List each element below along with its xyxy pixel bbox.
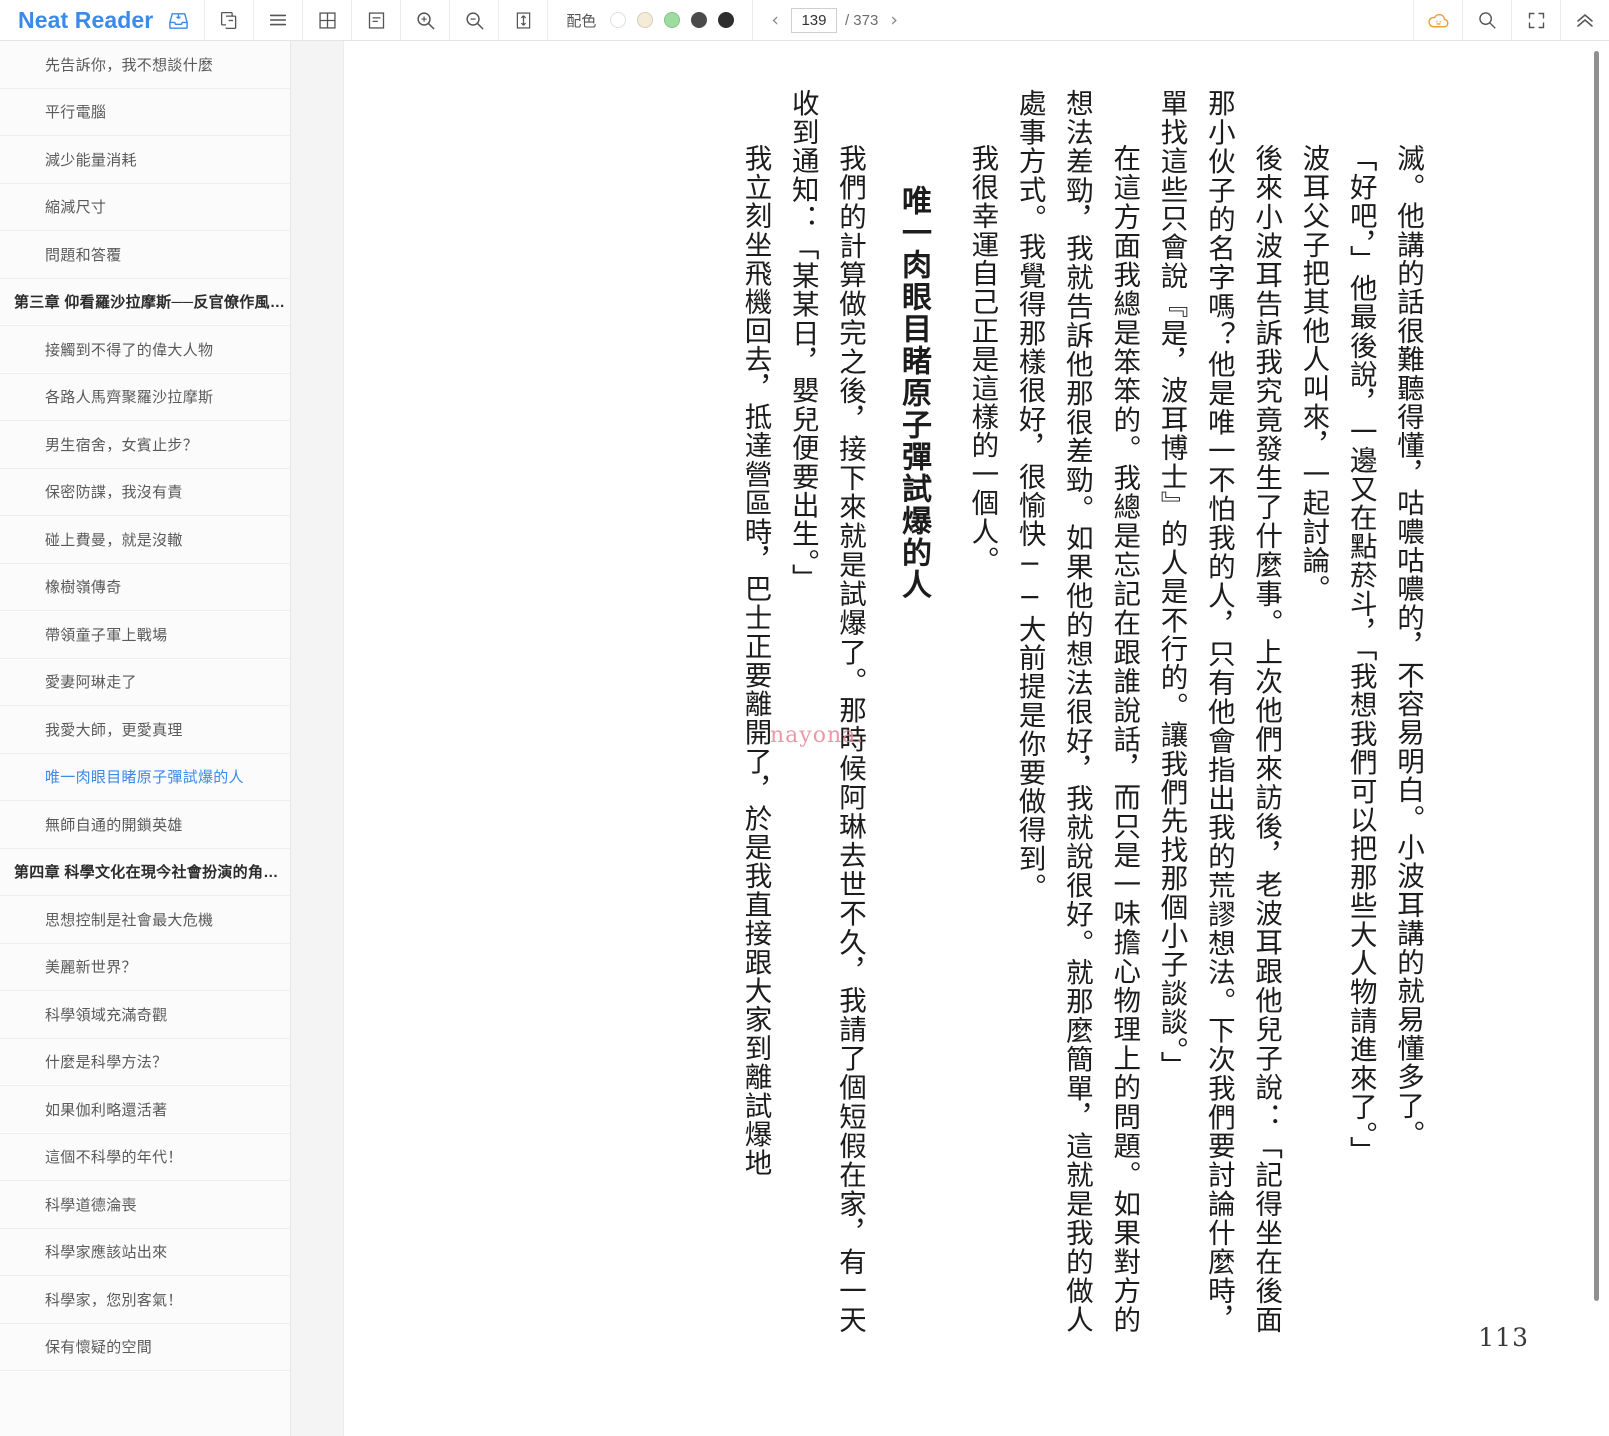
paragraph-7: 我們的計算做完之後，接下來就是試爆了。那時候阿琳去世不久，我請了個短假在家，有一…	[786, 89, 867, 1334]
grid-icon	[317, 10, 338, 31]
color-scheme-group: 配色	[547, 0, 752, 40]
top-toolbar: Neat Reader 配色 ‹ 139 / 373 ›	[0, 0, 1609, 41]
cloud-sync-button[interactable]	[1413, 0, 1462, 40]
page-number-input[interactable]	[790, 7, 837, 33]
zoom-out-button[interactable]	[449, 0, 498, 40]
copy-icon-button[interactable]	[204, 0, 253, 40]
line-height-button[interactable]	[498, 0, 547, 40]
page-total-label: / 373	[844, 11, 879, 29]
book-page: 滅。他講的話很難聽得懂，咕噥咕噥的，不容易明白。小波耳講的就易懂多了。 「好吧，…	[345, 41, 1555, 1436]
toc-section-item[interactable]: 科學道德淪喪	[0, 1181, 290, 1229]
swatch-white[interactable]	[610, 12, 627, 28]
expand-icon	[1526, 10, 1547, 31]
pagination-group: ‹ / 373 ›	[752, 0, 916, 40]
swatch-gray[interactable]	[691, 12, 708, 28]
reader-pane: 滅。他講的話很難聽得懂，咕噥咕噥的，不容易明白。小波耳講的就易懂多了。 「好吧，…	[291, 41, 1609, 1436]
toc-section-item[interactable]: 帶領童子軍上戰場	[0, 611, 290, 659]
fullscreen-button[interactable]	[1511, 0, 1560, 40]
toc-section-item[interactable]: 先告訴你，我不想談什麼	[0, 41, 290, 89]
app-title: Neat Reader	[18, 6, 154, 33]
swatch-black[interactable]	[718, 12, 735, 28]
toc-section-item[interactable]: 思想控制是社會最大危機	[0, 896, 290, 944]
paragraph-2: 「好吧，」他最後說，一邊又在點菸斗，「我想我們可以把那些大人物請進來了。」	[1344, 144, 1377, 1165]
toc-section-item[interactable]: 縮減尺寸	[0, 184, 290, 231]
toc-section-item[interactable]: 科學家應該站出來	[0, 1229, 290, 1276]
save-to-library-icon[interactable]	[167, 9, 190, 32]
toc-section-item[interactable]: 如果伽利略還活著	[0, 1086, 290, 1134]
toc-section-item[interactable]: 我愛大師，更愛真理	[0, 706, 290, 754]
brand-area: Neat Reader	[0, 0, 204, 40]
toc-section-item[interactable]: 保密防諜，我沒有責	[0, 469, 290, 516]
paragraph-8: 我立刻坐飛機回去，抵達營區時，巴士正要離開了，於是我直接跟大家到離試爆地	[739, 144, 772, 1178]
chevron-double-up-icon	[1573, 8, 1597, 32]
cloud-icon	[1426, 8, 1451, 33]
collapse-toolbar-button[interactable]	[1560, 0, 1609, 40]
swatch-green[interactable]	[664, 12, 681, 28]
paragraph-6: 我很幸運自己正是這樣的一個人。	[966, 144, 999, 575]
hamburger-icon	[267, 9, 289, 31]
updown-arrow-box-icon	[513, 10, 534, 31]
toc-section-item[interactable]: 各路人馬齊聚羅沙拉摩斯	[0, 374, 290, 421]
vertical-scrollbar[interactable]	[1592, 41, 1601, 1436]
notes-button[interactable]	[351, 0, 400, 40]
toc-section-item[interactable]: 橡樹嶺傳奇	[0, 564, 290, 611]
prev-page-button[interactable]: ‹	[767, 10, 783, 30]
zoom-in-button[interactable]	[400, 0, 449, 40]
toc-list-button[interactable]	[253, 0, 302, 40]
search-icon	[1476, 9, 1498, 31]
toc-section-item[interactable]: 無師自通的開鎖英雄	[0, 801, 290, 849]
toc-section-item[interactable]: 減少能量消耗	[0, 136, 290, 184]
toc-section-item[interactable]: 科學領域充滿奇觀	[0, 991, 290, 1039]
paragraph-3: 波耳父子把其他人叫來，一起討論。	[1297, 144, 1330, 604]
toc-section-item[interactable]: 平行電腦	[0, 89, 290, 136]
magnify-minus-icon	[463, 9, 486, 32]
scrollbar-thumb[interactable]	[1594, 51, 1599, 1301]
swatch-sepia[interactable]	[637, 12, 654, 28]
magnify-plus-icon	[414, 9, 437, 32]
toc-section-item[interactable]: 男生宿舍，女賓止步？	[0, 421, 290, 469]
toc-section-item[interactable]: 問題和答覆	[0, 231, 290, 279]
toc-section-item[interactable]: 什麼是科學方法？	[0, 1039, 290, 1086]
search-button[interactable]	[1462, 0, 1511, 40]
toc-list: 先告訴你，我不想談什麼 平行電腦 減少能量消耗 縮減尺寸 問題和答覆 第三章 仰看羅沙拉摩…	[0, 41, 290, 1371]
toc-section-item[interactable]: 碰上費曼，就是沒轍	[0, 516, 290, 564]
toc-section-item[interactable]: 保有懷疑的空間	[0, 1324, 290, 1371]
color-scheme-label: 配色	[566, 12, 597, 30]
grid-view-button[interactable]	[302, 0, 351, 40]
paragraph-4: 後來小波耳告訴我究竟發生了什麼事。上次他們來訪後，老波耳跟他兒子說：「記得坐在後…	[1155, 89, 1283, 1334]
toc-section-item[interactable]: 唯一肉眼目睹原子彈試爆的人	[0, 754, 290, 801]
toc-chapter-item[interactable]: 第四章 科學文化在現今社會扮演的角…	[0, 849, 290, 896]
page-gutter	[291, 41, 344, 1436]
copy-icon	[219, 10, 240, 31]
page-text-vertical: 滅。他講的話很難聽得懂，咕噥咕噥的，不容易明白。小波耳講的就易懂多了。 「好吧，…	[431, 89, 1431, 1334]
toc-section-item[interactable]: 這個不科學的年代！	[0, 1134, 290, 1181]
paragraph-5: 在這方面我總是笨笨的。我總是忘記在跟誰說話，而只是一味擔心物理上的問題。如果對方…	[1013, 89, 1141, 1334]
note-icon	[366, 10, 387, 31]
toc-section-item[interactable]: 愛妻阿琳走了	[0, 659, 290, 706]
toc-section-item[interactable]: 科學家，您別客氣！	[0, 1276, 290, 1324]
toc-section-item[interactable]: 美麗新世界？	[0, 944, 290, 991]
toc-chapter-item[interactable]: 第三章 仰看羅沙拉摩斯──反官僚作風…	[0, 279, 290, 326]
toc-section-item[interactable]: 接觸到不得了的偉大人物	[0, 326, 290, 374]
section-heading: 唯一肉眼目睹原子彈試爆的人	[896, 185, 932, 601]
toc-sidebar[interactable]: 先告訴你，我不想談什麼 平行電腦 減少能量消耗 縮減尺寸 問題和答覆 第三章 仰看羅沙拉摩…	[0, 41, 291, 1436]
printed-page-number: 113	[1478, 1323, 1529, 1352]
next-page-button[interactable]: ›	[886, 10, 902, 30]
paragraph-1: 滅。他講的話很難聽得懂，咕噥咕噥的，不容易明白。小波耳講的就易懂多了。	[1392, 144, 1424, 1149]
toolbar-right-group	[1413, 0, 1609, 40]
